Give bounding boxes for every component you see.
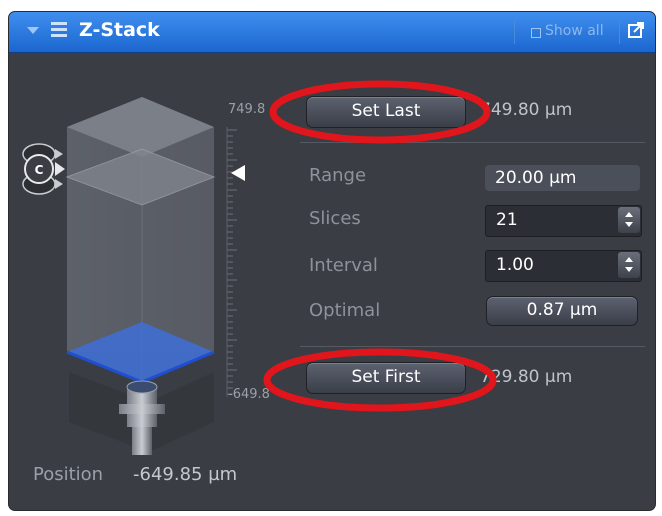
interval-input[interactable]: 1.00 [496,255,534,275]
range-value: 20.00 µm [485,165,640,191]
arrow-up-icon[interactable] [625,257,633,262]
menu-icon[interactable] [51,22,67,40]
set-last-button[interactable]: Set Last [306,96,466,128]
position-label: Position [33,464,104,485]
z-scale [226,127,245,397]
show-all-toggle[interactable]: Show all [514,20,615,44]
interval-spin-buttons[interactable] [618,252,640,278]
focus-marker[interactable] [231,165,245,181]
slices-spin-buttons[interactable] [618,207,640,233]
popout-button[interactable] [619,20,646,44]
chevron-down-icon[interactable] [27,27,39,34]
optimal-label: Optimal [309,300,381,321]
optimal-button[interactable]: 0.87 µm [486,296,638,326]
set-first-value: 729.80 µm [480,367,573,387]
divider-bottom [300,346,645,347]
show-all-label: Show all [545,23,604,39]
panel-title: Z-Stack [79,19,160,41]
show-all-checkbox[interactable] [531,28,541,38]
channel-selector[interactable]: C [22,143,65,195]
z-stack-panel: Z-Stack Show all C 749.8 -649.8 Set Last… [9,12,655,510]
arrow-down-icon[interactable] [625,267,633,272]
set-first-button[interactable]: Set First [306,362,466,394]
slices-input[interactable]: 21 [496,210,518,230]
divider-top [300,142,645,143]
arrow-down-icon[interactable] [625,222,633,227]
scale-bottom-label: -649.8 [228,387,270,402]
range-label: Range [309,165,367,186]
slices-label: Slices [309,208,361,229]
panel-titlebar: Z-Stack Show all [9,12,655,53]
slices-stepper[interactable]: 21 [485,205,642,237]
interval-label: Interval [309,255,378,276]
interval-stepper[interactable]: 1.00 [485,250,642,282]
channel-label: C [35,163,44,177]
popout-icon [628,22,644,38]
position-value: -649.85 µm [133,464,238,485]
set-last-value: 749.80 µm [480,100,573,120]
scale-top-label: 749.8 [228,102,266,117]
arrow-up-icon[interactable] [625,212,633,217]
